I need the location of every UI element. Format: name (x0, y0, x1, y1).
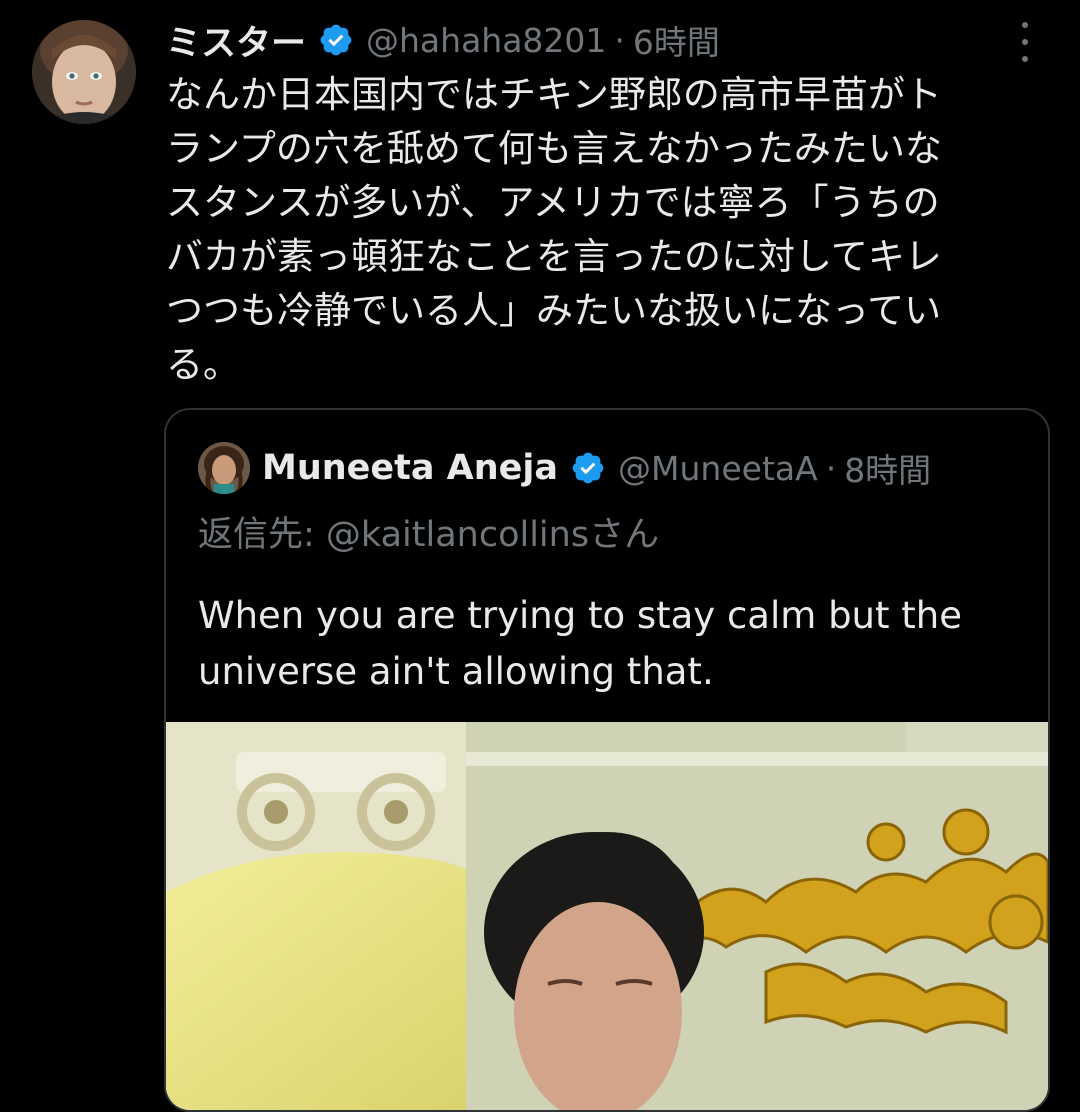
tweet-body-line: バカが素っ頓狂なことを言ったのに対してキレ (166, 235, 942, 278)
quoted-author-handle[interactable]: @MuneetaA (618, 449, 818, 488)
tweet-timestamp[interactable]: 6時間 (633, 16, 720, 64)
quoted-tweet[interactable]: Muneeta Aneja @MuneetaA · 8時間 返信先: @kait… (164, 408, 1050, 1112)
quoted-author-display-name[interactable]: Muneeta Aneja (262, 448, 558, 488)
verified-badge-icon[interactable] (318, 22, 354, 58)
tweet-body: なんか日本国内ではチキン野郎の高市早苗がト ランプの穴を舐めて何も言えなかったみ… (166, 68, 1056, 392)
quoted-tweet-body-line: When you are trying to stay calm but the (198, 594, 962, 637)
tweet-header: ミスター @hahaha8201 · 6時間 (166, 16, 720, 64)
meta-separator: · (614, 20, 625, 60)
more-vertical-icon[interactable] (1010, 22, 1040, 62)
tweet-body-line: なんか日本国内ではチキン野郎の高市早苗がト (166, 73, 942, 116)
quoted-tweet-body: When you are trying to stay calm but the… (198, 588, 962, 700)
quoted-tweet-body-line: universe ain't allowing that. (198, 650, 714, 693)
author-handle[interactable]: @hahaha8201 (366, 21, 606, 60)
quoted-tweet-timestamp[interactable]: 8時間 (844, 444, 931, 492)
author-avatar[interactable] (32, 20, 136, 124)
tweet-body-line: スタンスが多いが、アメリカでは寧ろ「うちの (166, 181, 940, 224)
tweet[interactable]: ミスター @hahaha8201 · 6時間 なんか日本国内ではチキン野郎の高市… (0, 0, 1080, 1112)
tweet-body-line: る。 (166, 343, 240, 386)
quoted-tweet-header: Muneeta Aneja @MuneetaA · 8時間 (262, 444, 931, 492)
tweet-body-line: ランプの穴を舐めて何も言えなかったみたいな (166, 127, 942, 170)
meta-separator: · (825, 448, 837, 488)
quoted-author-avatar[interactable] (198, 442, 250, 494)
verified-badge-icon[interactable] (570, 450, 606, 486)
author-display-name[interactable]: ミスター (166, 15, 306, 66)
reply-to-label[interactable]: 返信先: @kaitlancollinsさん (198, 506, 659, 557)
video-thumbnail[interactable] (166, 722, 1048, 1110)
tweet-body-line: つつも冷静でいる人」みたいな扱いになってい (166, 289, 942, 332)
